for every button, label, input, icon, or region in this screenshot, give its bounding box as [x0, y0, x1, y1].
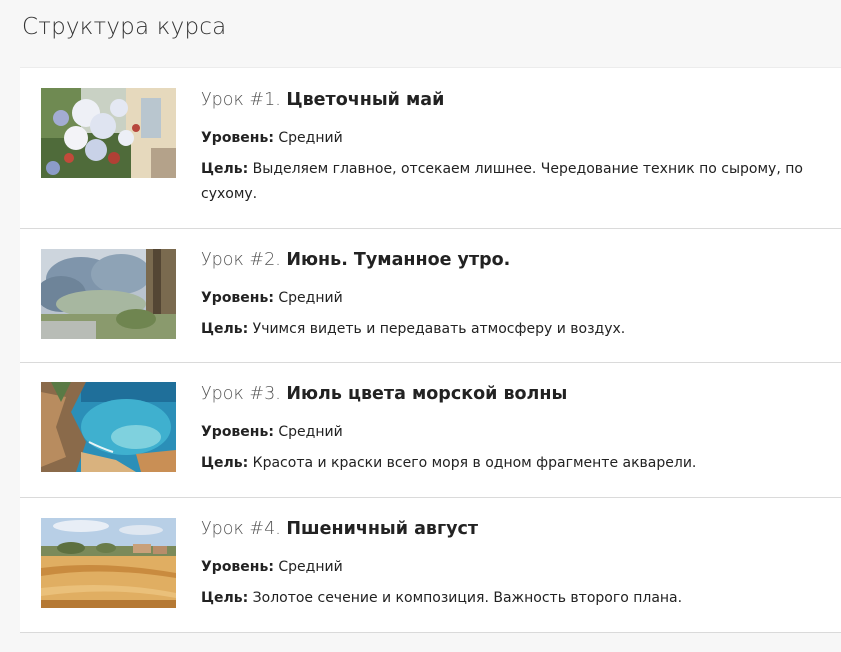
lesson-list: Урок #1. Цветочный май Уровень: Средний … — [20, 67, 841, 633]
lesson-number: Урок #1. — [201, 90, 281, 110]
lesson-info-4: Урок #4. Пшеничный август Уровень: Средн… — [201, 517, 827, 611]
lesson-goal-row: Цель: Красота и краски всего моря в одно… — [201, 451, 827, 476]
lesson-item-1[interactable]: Урок #1. Цветочный май Уровень: Средний … — [20, 68, 841, 229]
level-label: Уровень: — [201, 559, 274, 575]
page-title: Структура курса — [22, 14, 227, 40]
goal-label: Цель: — [201, 455, 249, 471]
lesson-thumbnail-4[interactable] — [41, 518, 176, 608]
lesson-title-4[interactable]: Урок #4. Пшеничный август — [201, 517, 827, 541]
level-value: Средний — [278, 559, 343, 575]
goal-label: Цель: — [201, 161, 249, 177]
lesson-item-2[interactable]: Урок #2. Июнь. Туманное утро. Уровень: С… — [20, 229, 841, 363]
lesson-level-row: Уровень: Средний — [201, 286, 827, 311]
lesson-name: Пшеничный август — [286, 519, 479, 539]
lesson-info-3: Урок #3. Июль цвета морской волны Уровен… — [201, 382, 827, 476]
lesson-item-4[interactable]: Урок #4. Пшеничный август Уровень: Средн… — [20, 498, 841, 633]
level-label: Уровень: — [201, 130, 274, 146]
lesson-number: Урок #3. — [201, 384, 281, 404]
lesson-level-row: Уровень: Средний — [201, 126, 827, 151]
level-value: Средний — [278, 130, 343, 146]
lesson-item-3[interactable]: Урок #3. Июль цвета морской волны Уровен… — [20, 363, 841, 498]
lesson-number: Урок #2. — [201, 250, 281, 270]
lesson-name: Цветочный май — [286, 90, 445, 110]
goal-value: Золотое сечение и композиция. Важность в… — [252, 590, 683, 606]
lesson-info-2: Урок #2. Июнь. Туманное утро. Уровень: С… — [201, 248, 827, 342]
lesson-goal-row: Цель: Выделяем главное, отсекаем лишнее.… — [201, 157, 827, 207]
goal-value: Выделяем главное, отсекаем лишнее. Черед… — [201, 161, 803, 202]
level-value: Средний — [278, 290, 343, 306]
sea-wave-painting-image — [41, 382, 176, 472]
lesson-thumbnail-1[interactable] — [41, 88, 176, 178]
lesson-name: Июль цвета морской волны — [286, 384, 568, 404]
lesson-level-row: Уровень: Средний — [201, 555, 827, 580]
goal-value: Красота и краски всего моря в одном фраг… — [252, 455, 697, 471]
level-label: Уровень: — [201, 290, 274, 306]
lesson-level-row: Уровень: Средний — [201, 420, 827, 445]
goal-label: Цель: — [201, 590, 249, 606]
goal-value: Учимся видеть и передавать атмосферу и в… — [252, 321, 626, 337]
lesson-title-2[interactable]: Урок #2. Июнь. Туманное утро. — [201, 248, 827, 272]
lesson-thumbnail-2[interactable] — [41, 249, 176, 339]
lesson-number: Урок #4. — [201, 519, 281, 539]
lesson-goal-row: Цель: Учимся видеть и передавать атмосфе… — [201, 317, 827, 342]
lesson-title-3[interactable]: Урок #3. Июль цвета морской волны — [201, 382, 827, 406]
goal-label: Цель: — [201, 321, 249, 337]
lesson-goal-row: Цель: Золотое сечение и композиция. Важн… — [201, 586, 827, 611]
lesson-thumbnail-3[interactable] — [41, 382, 176, 472]
foggy-morning-painting-image — [41, 249, 176, 339]
level-value: Средний — [278, 424, 343, 440]
wheat-field-painting-image — [41, 518, 176, 608]
lesson-info-1: Урок #1. Цветочный май Уровень: Средний … — [201, 88, 827, 207]
page: Структура курса Урок #1. Цветочный май У… — [0, 0, 841, 652]
lesson-name: Июнь. Туманное утро. — [286, 250, 511, 270]
level-label: Уровень: — [201, 424, 274, 440]
flowers-painting-image — [41, 88, 176, 178]
lesson-title-1[interactable]: Урок #1. Цветочный май — [201, 88, 827, 112]
